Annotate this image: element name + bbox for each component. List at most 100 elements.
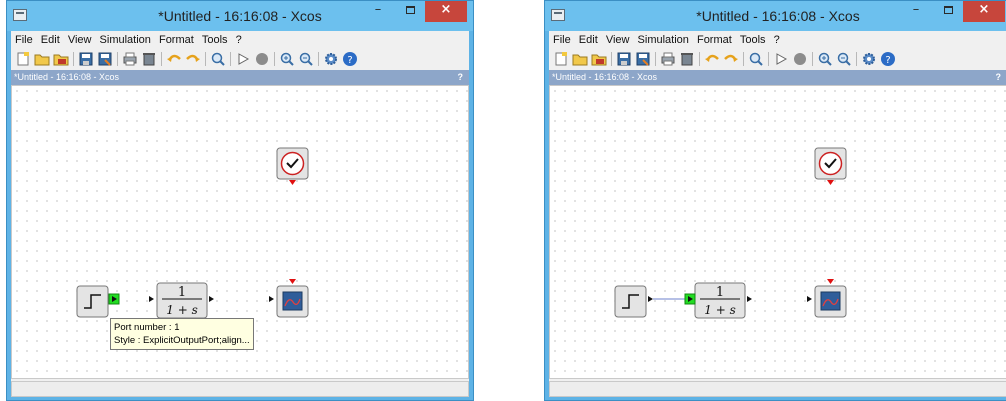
zoom-out-icon[interactable] [836, 51, 852, 67]
fit-diagram-icon[interactable] [210, 51, 226, 67]
status-bar [11, 381, 469, 397]
stop-icon[interactable] [254, 51, 270, 67]
save-icon[interactable] [78, 51, 94, 67]
maximize-button[interactable] [397, 1, 423, 22]
menu-bar: File Edit View Simulation Format Tools ? [549, 31, 1006, 49]
event-input-port[interactable] [289, 279, 296, 284]
xcos-demos-icon[interactable] [323, 51, 339, 67]
help-icon[interactable]: ? [342, 51, 358, 67]
transfer-function-block[interactable]: 1 1 + s [149, 282, 214, 319]
stop-icon[interactable] [792, 51, 808, 67]
clock-block[interactable] [276, 147, 309, 185]
undo-icon[interactable] [166, 51, 182, 67]
menu-help[interactable]: ? [236, 31, 242, 49]
diagram-canvas[interactable]: 1 1 + s Port number : 1 Style : Explicit… [11, 85, 469, 379]
toolbar-separator [856, 52, 857, 66]
output-port[interactable] [209, 296, 214, 302]
new-diagram-icon[interactable] [15, 51, 31, 67]
scope-block[interactable] [807, 279, 847, 318]
undo-icon[interactable] [704, 51, 720, 67]
event-output-port[interactable] [827, 180, 834, 185]
scope-block[interactable] [269, 279, 309, 318]
zoom-in-icon[interactable] [817, 51, 833, 67]
menu-bar: File Edit View Simulation Format Tools ? [11, 31, 469, 49]
diagram-svg: 1 1 + s [614, 147, 847, 319]
toolbar-separator [743, 52, 744, 66]
start-icon[interactable] [773, 51, 789, 67]
input-port[interactable] [149, 296, 154, 302]
fit-diagram-icon[interactable] [748, 51, 764, 67]
redo-icon[interactable] [723, 51, 739, 67]
menu-edit[interactable]: Edit [41, 31, 60, 49]
print-icon[interactable] [660, 51, 676, 67]
event-input-port[interactable] [827, 279, 834, 284]
menu-view[interactable]: View [606, 31, 630, 49]
start-icon[interactable] [235, 51, 251, 67]
minimize-button[interactable]: – [365, 1, 391, 22]
title-bar[interactable]: *Untitled - 16:16:08 - Xcos – × [545, 1, 1006, 31]
event-output-port[interactable] [289, 180, 296, 185]
menu-edit[interactable]: Edit [579, 31, 598, 49]
output-port[interactable] [648, 296, 653, 302]
input-port[interactable] [807, 296, 812, 302]
toolbar-separator [73, 52, 74, 66]
status-bar [549, 381, 1006, 397]
diagram-tab-help[interactable]: ? [996, 70, 1002, 85]
save-as-icon[interactable] [97, 51, 113, 67]
help-icon[interactable]: ? [880, 51, 896, 67]
menu-file[interactable]: File [553, 31, 571, 49]
output-port[interactable] [747, 296, 752, 302]
save-as-icon[interactable] [635, 51, 651, 67]
delete-icon[interactable] [679, 51, 695, 67]
menu-view[interactable]: View [68, 31, 92, 49]
xcos-demos-icon[interactable] [861, 51, 877, 67]
redo-icon[interactable] [185, 51, 201, 67]
diagram-tab-help[interactable]: ? [458, 70, 464, 85]
tooltip-port-number: Port number : 1 [114, 322, 180, 333]
diagram-canvas[interactable]: 1 1 + s [549, 85, 1006, 379]
toolbar-separator [812, 52, 813, 66]
toolbar-separator [205, 52, 206, 66]
open-in-scilab-icon[interactable] [53, 51, 69, 67]
menu-simulation[interactable]: Simulation [100, 31, 151, 49]
open-icon[interactable] [572, 51, 588, 67]
menu-help[interactable]: ? [774, 31, 780, 49]
zoom-out-icon[interactable] [298, 51, 314, 67]
close-button[interactable]: × [963, 1, 1005, 22]
title-bar[interactable]: *Untitled - 16:16:08 - Xcos – × [7, 1, 473, 31]
delete-icon[interactable] [141, 51, 157, 67]
port-tooltip: Port number : 1 Style : ExplicitOutputPo… [110, 318, 254, 350]
step-block[interactable] [614, 285, 653, 318]
menu-format[interactable]: Format [159, 31, 194, 49]
toolbar-separator [699, 52, 700, 66]
toolbar: ? [11, 49, 469, 69]
menu-simulation[interactable]: Simulation [638, 31, 689, 49]
tf-denominator: 1 + s [704, 303, 735, 317]
diagram-tab[interactable]: *Untitled - 16:16:08 - Xcos ? [549, 70, 1006, 85]
svg-text:?: ? [347, 55, 352, 66]
zoom-in-icon[interactable] [279, 51, 295, 67]
save-icon[interactable] [616, 51, 632, 67]
diagram-tab[interactable]: *Untitled - 16:16:08 - Xcos ? [11, 70, 469, 85]
diagram-tab-title: *Untitled - 16:16:08 - Xcos [14, 72, 120, 82]
clock-block[interactable] [814, 147, 847, 185]
menu-tools[interactable]: Tools [202, 31, 228, 49]
menu-format[interactable]: Format [697, 31, 732, 49]
step-block[interactable] [76, 285, 120, 318]
input-port[interactable] [269, 296, 274, 302]
close-button[interactable]: × [425, 1, 467, 22]
transfer-function-block[interactable]: 1 1 + s [684, 282, 752, 319]
tf-denominator: 1 + s [166, 303, 197, 317]
toolbar-separator [318, 52, 319, 66]
toolbar-separator [230, 52, 231, 66]
minimize-button[interactable]: – [903, 1, 929, 22]
open-icon[interactable] [34, 51, 50, 67]
menu-file[interactable]: File [15, 31, 33, 49]
window-body: File Edit View Simulation Format Tools ? [549, 31, 1006, 397]
print-icon[interactable] [122, 51, 138, 67]
open-in-scilab-icon[interactable] [591, 51, 607, 67]
toolbar-separator [768, 52, 769, 66]
menu-tools[interactable]: Tools [740, 31, 766, 49]
maximize-button[interactable] [935, 1, 961, 22]
new-diagram-icon[interactable] [553, 51, 569, 67]
